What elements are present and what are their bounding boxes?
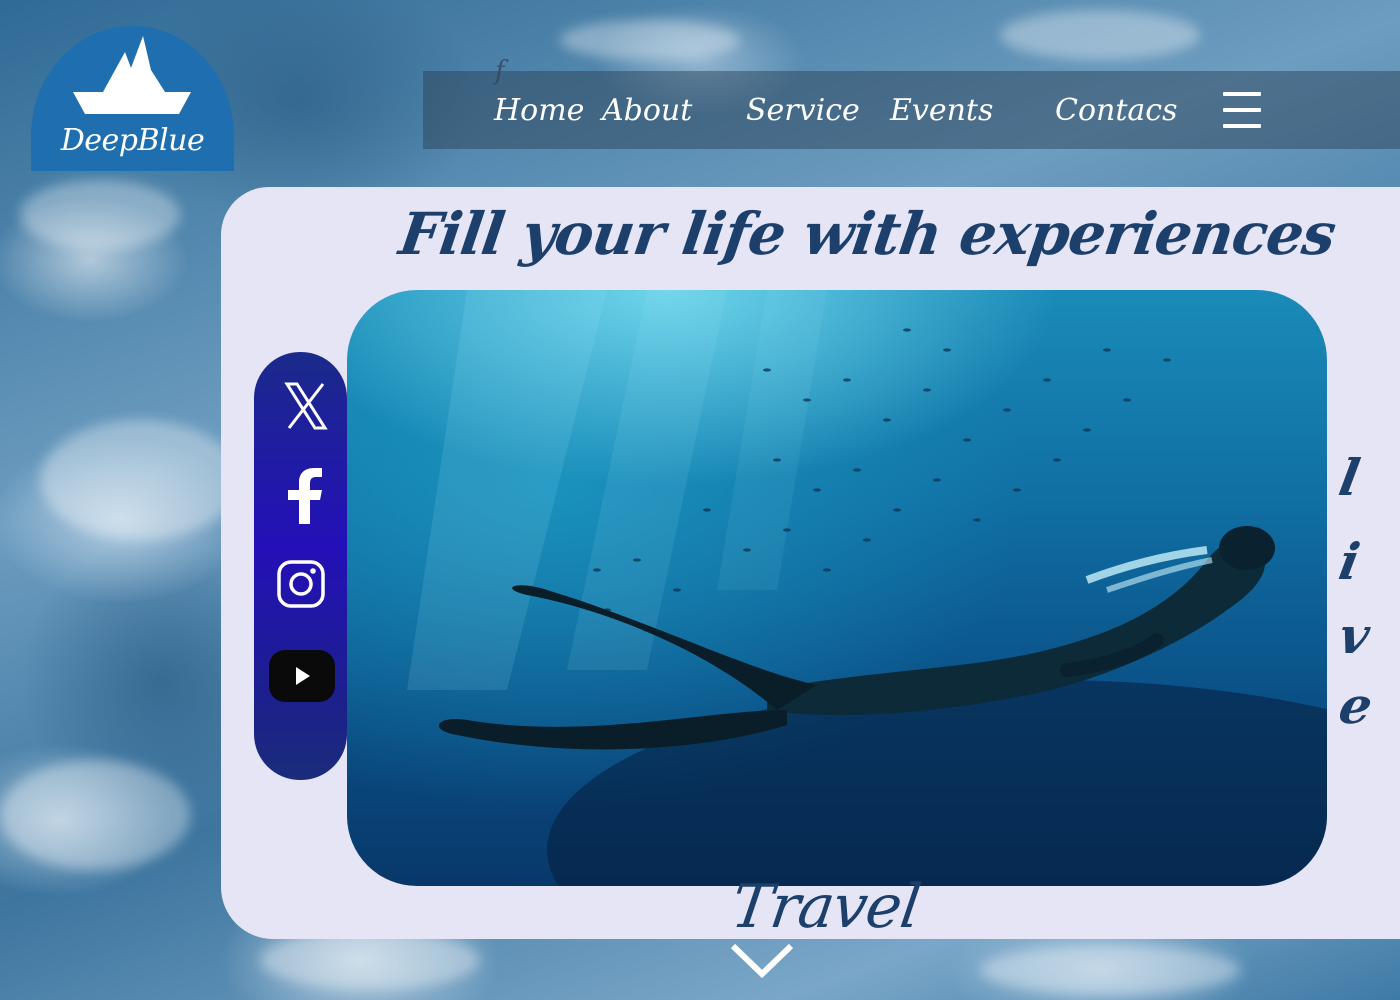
brand-name: DeepBlue bbox=[60, 123, 205, 158]
chevron-down-icon[interactable] bbox=[730, 943, 794, 982]
nav-item-about[interactable]: About bbox=[602, 93, 692, 128]
hero-card-edge bbox=[1320, 187, 1400, 939]
nav-item-contacs[interactable]: Contacs bbox=[1055, 93, 1177, 128]
bottom-word: Travel bbox=[727, 872, 924, 942]
nav-item-events[interactable]: Events bbox=[890, 93, 993, 128]
freediver-illustration bbox=[407, 290, 1327, 886]
hero-headline: Fill your life with experiences bbox=[395, 200, 1340, 268]
youtube-icon[interactable] bbox=[269, 650, 335, 706]
hamburger-menu-icon[interactable] bbox=[1223, 92, 1261, 128]
nav-item-home[interactable]: Home bbox=[494, 93, 584, 128]
x-icon[interactable] bbox=[283, 382, 329, 434]
boat-icon bbox=[73, 36, 191, 114]
nav-stray-glyph: f bbox=[495, 56, 505, 86]
instagram-icon[interactable] bbox=[277, 560, 325, 612]
hero-image bbox=[347, 290, 1327, 886]
nav-item-service[interactable]: Service bbox=[746, 93, 860, 128]
facebook-icon[interactable] bbox=[284, 468, 324, 528]
